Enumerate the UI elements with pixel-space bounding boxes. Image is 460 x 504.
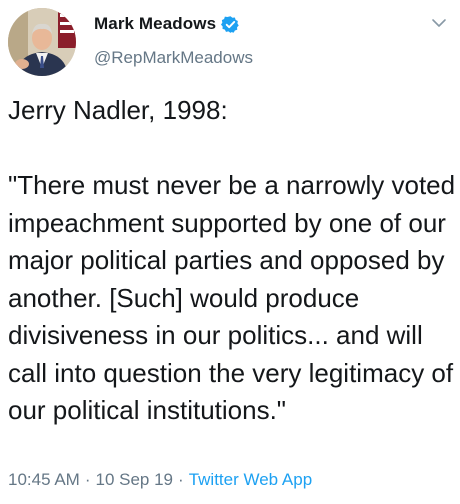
avatar[interactable] <box>8 8 76 76</box>
tweet-date[interactable]: 10 Sep 19 <box>96 470 174 490</box>
author-row: Mark Meadows <box>94 14 240 34</box>
tweet-meta: 10:45 AM · 10 Sep 19 · Twitter Web App <box>8 470 312 490</box>
meta-separator: · <box>84 470 91 489</box>
meta-separator: · <box>178 470 184 489</box>
handle[interactable]: @RepMarkMeadows <box>94 48 253 68</box>
chevron-down-icon[interactable] <box>430 16 448 30</box>
verified-badge-icon <box>221 15 240 34</box>
tweet-card: Mark Meadows @RepMarkMeadows Jerry Nadle… <box>0 0 460 504</box>
tweet-text: Jerry Nadler, 1998: "There must never be… <box>8 95 456 425</box>
tweet-time[interactable]: 10:45 AM <box>8 470 80 490</box>
tweet-source-link[interactable]: Twitter Web App <box>189 470 312 490</box>
avatar-image <box>8 8 76 76</box>
display-name[interactable]: Mark Meadows <box>94 14 216 34</box>
